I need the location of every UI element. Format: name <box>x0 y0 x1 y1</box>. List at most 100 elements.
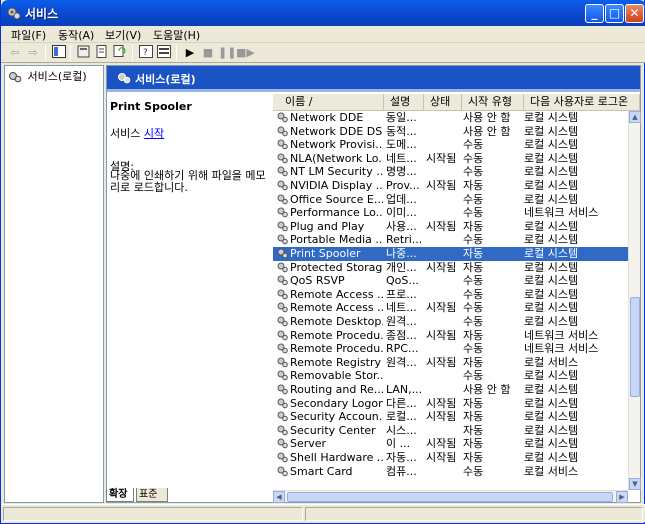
service-name: QoS RSVP <box>290 274 345 288</box>
table-row[interactable]: NLA(Network Lo... 네트... 시작됨 수동 로컬 시스템 <box>273 152 628 166</box>
horizontal-scroll-thumb[interactable] <box>287 492 613 502</box>
cell-name: Server <box>277 437 383 450</box>
cell-start: 사용 안 함 <box>463 124 511 138</box>
cell-logon: 로컬 시스템 <box>524 165 579 179</box>
horizontal-scrollbar[interactable]: ◀ ▶ <box>273 490 628 503</box>
service-name: Plug and Play <box>290 219 365 233</box>
cell-desc: 사용... <box>386 219 417 233</box>
service-name: Remote Procedu... <box>290 328 383 342</box>
table-row[interactable]: Server 이 ... 시작됨 자동 로컬 시스템 <box>273 437 628 451</box>
description-text: 나중에 인쇄하기 위해 파일을 메모리로 로드합니다. <box>110 169 266 194</box>
restart-service-icon[interactable]: ■▶ <box>236 45 255 61</box>
column-header-name[interactable]: 이름 ∕ <box>273 94 384 111</box>
show-hide-icon[interactable] <box>156 45 172 61</box>
table-row[interactable]: Network DDE 동일... 사용 안 함 로컬 시스템 <box>273 111 628 125</box>
table-row[interactable]: Security Center 시스... 자동 로컬 시스템 <box>273 424 628 438</box>
tab-standard[interactable]: 표준 <box>136 488 168 502</box>
table-row[interactable]: Remote Access ... 프로... 수동 로컬 시스템 <box>273 288 628 302</box>
export-icon[interactable] <box>94 45 110 61</box>
title-bar[interactable]: 서비스 _ □ ✕ <box>1 0 645 26</box>
vertical-scroll-thumb[interactable] <box>630 297 640 397</box>
cell-logon: 로컬 시스템 <box>524 396 579 410</box>
scroll-down-button[interactable]: ▼ <box>629 478 641 490</box>
refresh-icon[interactable] <box>112 45 128 61</box>
cell-desc: 네트... <box>386 301 417 315</box>
table-row-selected[interactable]: Print Spooler 나중... 자동 로컬 시스템 <box>273 247 628 261</box>
table-row[interactable]: Smart Card 컴퓨... 수동 로컬 서비스 <box>273 465 628 479</box>
services-window: 서비스 _ □ ✕ 파일(F) 동작(A) 보기(V) 도움말(H) ⇦ ⇨ ?… <box>0 0 645 524</box>
table-row[interactable]: Portable Media ... Retri... 수동 로컬 시스템 <box>273 233 628 247</box>
service-name: Protected Storage <box>290 260 383 274</box>
table-row[interactable]: Secondary Logon 다른... 시작됨 자동 로컬 시스템 <box>273 397 628 411</box>
toolbar: ⇦ ⇨ ? ▶ ■ ❚❚ ■▶ <box>1 43 645 63</box>
service-gear-icon <box>277 262 288 272</box>
console-tree-icon[interactable] <box>51 45 67 61</box>
cell-logon: 로컬 시스템 <box>524 111 579 124</box>
service-gear-icon <box>277 411 288 422</box>
properties-icon[interactable] <box>76 45 92 61</box>
menu-help[interactable]: 도움말(H) <box>153 27 200 43</box>
stop-service-icon[interactable]: ■ <box>200 45 216 61</box>
cell-desc: 프로... <box>386 287 417 301</box>
pause-service-icon[interactable]: ❚❚ <box>218 45 236 61</box>
table-row[interactable]: Protected Storage 개인... 시작됨 자동 로컬 시스템 <box>273 261 628 275</box>
cell-desc: 명명... <box>386 165 417 179</box>
table-row[interactable]: Remote Desktop... 원격... 수동 로컬 시스템 <box>273 315 628 329</box>
status-pane <box>3 507 303 521</box>
table-row[interactable]: Remote Procedu... 종점... 시작됨 자동 네트워크 서비스 <box>273 329 628 343</box>
service-gear-icon <box>277 289 288 300</box>
cell-start: 사용 안 함 <box>463 383 511 396</box>
table-row[interactable]: Remote Access ... 네트... 시작됨 수동 로컬 시스템 <box>273 301 628 315</box>
minimize-button[interactable]: _ <box>585 4 604 23</box>
back-icon[interactable]: ⇦ <box>7 45 23 61</box>
table-row[interactable]: Plug and Play 사용... 시작됨 자동 로컬 시스템 <box>273 220 628 234</box>
forward-icon[interactable]: ⇨ <box>25 45 41 61</box>
column-header-description[interactable]: 설명 <box>384 94 424 111</box>
cell-desc: 이미... <box>386 206 417 220</box>
toolbar-separator <box>70 45 71 61</box>
table-row[interactable]: Security Accoun... 로컬... 시작됨 자동 로컬 시스템 <box>273 410 628 424</box>
menu-action[interactable]: 동작(A) <box>58 27 94 43</box>
tree-item-services-local[interactable]: 서비스(로컬) <box>8 68 87 84</box>
start-service-icon[interactable]: ▶ <box>182 45 198 61</box>
table-row[interactable]: Remote Registry 원격... 시작됨 자동 로컬 서비스 <box>273 356 628 370</box>
service-gear-icon <box>277 343 288 354</box>
vertical-scrollbar[interactable]: ▲ ▼ <box>628 111 641 490</box>
table-row[interactable]: Remote Procedu... RPC... 수동 네트워크 서비스 <box>273 342 628 356</box>
service-gear-icon <box>277 330 288 340</box>
table-row[interactable]: Removable Stor... 수동 로컬 시스템 <box>273 369 628 383</box>
table-row[interactable]: NT LM Security ... 명명... 수동 로컬 시스템 <box>273 165 628 179</box>
cell-status: 시작됨 <box>426 179 457 192</box>
list-header: 이름 ∕ 설명 상태 시작 유형 다음 사용자로 로그온 <box>273 94 640 111</box>
scroll-up-icon: ▲ <box>632 113 638 121</box>
menu-view[interactable]: 보기(V) <box>105 27 141 43</box>
scroll-left-button[interactable]: ◀ <box>273 491 285 503</box>
column-header-status[interactable]: 상태 <box>424 94 462 111</box>
cell-name: Network DDE <box>277 111 383 124</box>
table-row[interactable]: NVIDIA Display ... Prov... 시작됨 자동 로컬 시스템 <box>273 179 628 193</box>
table-row[interactable]: Routing and Re... LAN,... 사용 안 함 로컬 시스템 <box>273 383 628 397</box>
table-row[interactable]: Office Source E... 업데... 수동 로컬 시스템 <box>273 193 628 207</box>
service-name: Print Spooler <box>290 247 361 260</box>
start-service-link[interactable]: 시작 <box>144 127 164 140</box>
table-row[interactable]: Network DDE DS... 동적... 사용 안 함 로컬 시스템 <box>273 125 628 139</box>
help-icon[interactable]: ? <box>138 45 154 61</box>
cell-start: 수동 <box>463 165 484 179</box>
tab-extended[interactable]: 확장 <box>106 488 134 502</box>
table-row[interactable]: Performance Lo... 이미... 수동 네트워크 서비스 <box>273 206 628 220</box>
table-row[interactable]: QoS RSVP QoS... 수동 로컬 시스템 <box>273 274 628 288</box>
maximize-button[interactable]: □ <box>605 4 624 23</box>
cell-desc: 다른... <box>386 396 417 410</box>
scroll-right-button[interactable]: ▶ <box>616 491 628 503</box>
scroll-up-button[interactable]: ▲ <box>629 111 641 123</box>
close-button[interactable]: ✕ <box>625 4 644 23</box>
table-row[interactable]: Shell Hardware ... 자동... 시작됨 자동 로컬 시스템 <box>273 451 628 465</box>
column-header-log-on-as[interactable]: 다음 사용자로 로그온 <box>524 94 640 111</box>
cell-start: 자동 <box>463 179 484 192</box>
table-row[interactable]: Network Provisi... 도메... 수동 로컬 시스템 <box>273 138 628 152</box>
column-header-startup-type[interactable]: 시작 유형 <box>462 94 524 111</box>
cell-desc: Retri... <box>386 233 422 247</box>
cell-logon: 로컬 시스템 <box>524 369 579 383</box>
menu-file[interactable]: 파일(F) <box>11 27 46 43</box>
cell-status: 시작됨 <box>426 451 457 464</box>
